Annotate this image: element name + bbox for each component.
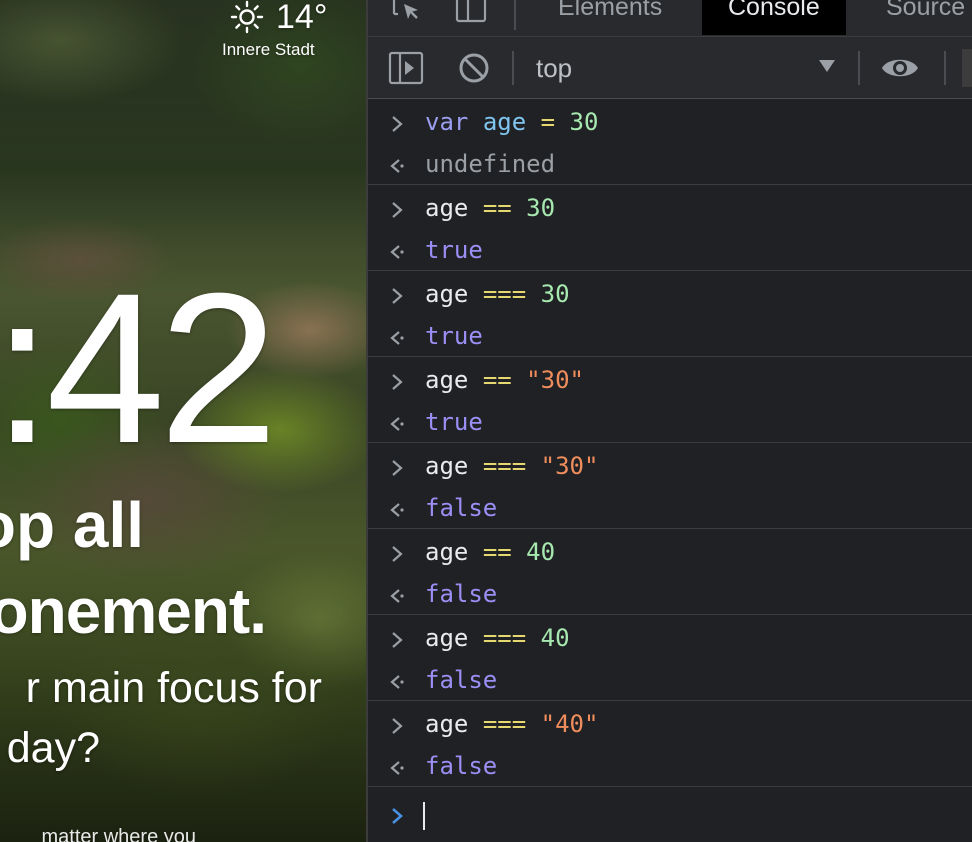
device-toolbar-icon[interactable] (454, 0, 488, 26)
sidebar-toggle-icon[interactable] (388, 51, 424, 85)
console-output-line[interactable]: false (368, 575, 972, 617)
console-output: false (425, 494, 498, 522)
console-entry: age == "30" true (368, 357, 972, 443)
chevron-right-icon (392, 116, 403, 132)
return-arrow-icon (390, 331, 404, 345)
console-input-line[interactable]: age === 30 (368, 275, 972, 317)
console-input: age === 30 (425, 280, 570, 308)
console-output-line[interactable]: undefined (368, 145, 972, 187)
text-caret (423, 802, 425, 830)
clock: :42 (0, 249, 278, 488)
console-output: true (425, 322, 483, 350)
console-input-line[interactable]: age == 40 (368, 533, 972, 575)
console-entry: age === "40" false (368, 701, 972, 787)
console-toolbar: top (368, 37, 972, 99)
console-output-line[interactable]: true (368, 231, 972, 273)
return-arrow-icon (390, 417, 404, 431)
console-input: var age = 30 (425, 108, 599, 136)
toolbar-separator (512, 51, 514, 85)
console-input-line[interactable]: age === 40 (368, 619, 972, 661)
console-output-line[interactable]: true (368, 317, 972, 359)
console-output-line[interactable]: false (368, 747, 972, 789)
eye-icon[interactable] (880, 54, 920, 82)
chevron-right-icon (392, 632, 403, 648)
console-input-line[interactable]: age === "40" (368, 705, 972, 747)
return-arrow-icon (390, 503, 404, 517)
greeting-line-2: onement. (0, 575, 267, 647)
console-output: true (425, 408, 483, 436)
console-output-line[interactable]: false (368, 661, 972, 703)
toolbar-overflow (962, 49, 972, 87)
tab-bar-separator (514, 0, 516, 30)
return-arrow-icon (390, 675, 404, 689)
devtools-tab-bar: Elements Console Source (368, 0, 972, 37)
return-arrow-icon (390, 589, 404, 603)
context-selector[interactable]: top (536, 37, 846, 98)
footer-text: matter where you (41, 826, 196, 842)
console-output: true (425, 236, 483, 264)
console-output-line[interactable]: true (368, 403, 972, 445)
console-prompt[interactable] (368, 791, 972, 842)
devtools-panel: Elements Console Source top var age = 30… (366, 0, 972, 842)
console-log: var age = 30 undefined age == 30 true ag… (368, 99, 972, 787)
console-input: age == "30" (425, 366, 584, 394)
console-entry: age === 40 false (368, 615, 972, 701)
console-entry: age == 40 false (368, 529, 972, 615)
console-input: age == 40 (425, 538, 556, 566)
chevron-right-icon (392, 202, 403, 218)
greeting-line-1: op all (0, 489, 144, 561)
console-entry: age === "30" false (368, 443, 972, 529)
console-input: age == 30 (425, 194, 556, 222)
tab-console[interactable]: Console (702, 0, 846, 35)
console-input-line[interactable]: age === "30" (368, 447, 972, 489)
console-entry: age == 30 true (368, 185, 972, 271)
console-entry: age === 30 true (368, 271, 972, 357)
tab-sources[interactable]: Source (860, 0, 972, 35)
prompt-chevron-icon (392, 808, 403, 824)
chevron-right-icon (392, 546, 403, 562)
newtab-background: 14° Innere Stadt :42 op all onement. r m… (0, 0, 366, 842)
chevron-right-icon (392, 460, 403, 476)
toolbar-separator (944, 51, 946, 85)
console-input: age === "40" (425, 710, 599, 738)
return-arrow-icon (390, 761, 404, 775)
toolbar-separator (858, 51, 860, 85)
sun-icon (230, 0, 264, 34)
console-output: false (425, 580, 498, 608)
console-input: age === "30" (425, 452, 599, 480)
console-entry: var age = 30 undefined (368, 99, 972, 185)
console-output: undefined (425, 150, 556, 178)
console-output: false (425, 752, 498, 780)
chevron-right-icon (392, 288, 403, 304)
focus-question-line-2: day? (6, 724, 100, 772)
chevron-right-icon (392, 374, 403, 390)
chevron-right-icon (392, 718, 403, 734)
focus-question-line-1: r main focus for (25, 664, 322, 712)
console-output: false (425, 666, 498, 694)
console-input-line[interactable]: age == 30 (368, 189, 972, 231)
chevron-down-icon (819, 60, 835, 72)
weather-temperature[interactable]: 14° (276, 0, 327, 37)
console-input-line[interactable]: var age = 30 (368, 103, 972, 145)
context-label: top (536, 53, 573, 83)
clear-console-icon[interactable] (458, 52, 490, 84)
console-output-line[interactable]: false (368, 489, 972, 531)
console-input: age === 40 (425, 624, 570, 652)
weather-location[interactable]: Innere Stadt (222, 40, 315, 60)
tab-elements[interactable]: Elements (532, 0, 688, 35)
return-arrow-icon (390, 159, 404, 173)
inspect-element-icon[interactable] (390, 0, 424, 26)
console-input-line[interactable]: age == "30" (368, 361, 972, 403)
return-arrow-icon (390, 245, 404, 259)
